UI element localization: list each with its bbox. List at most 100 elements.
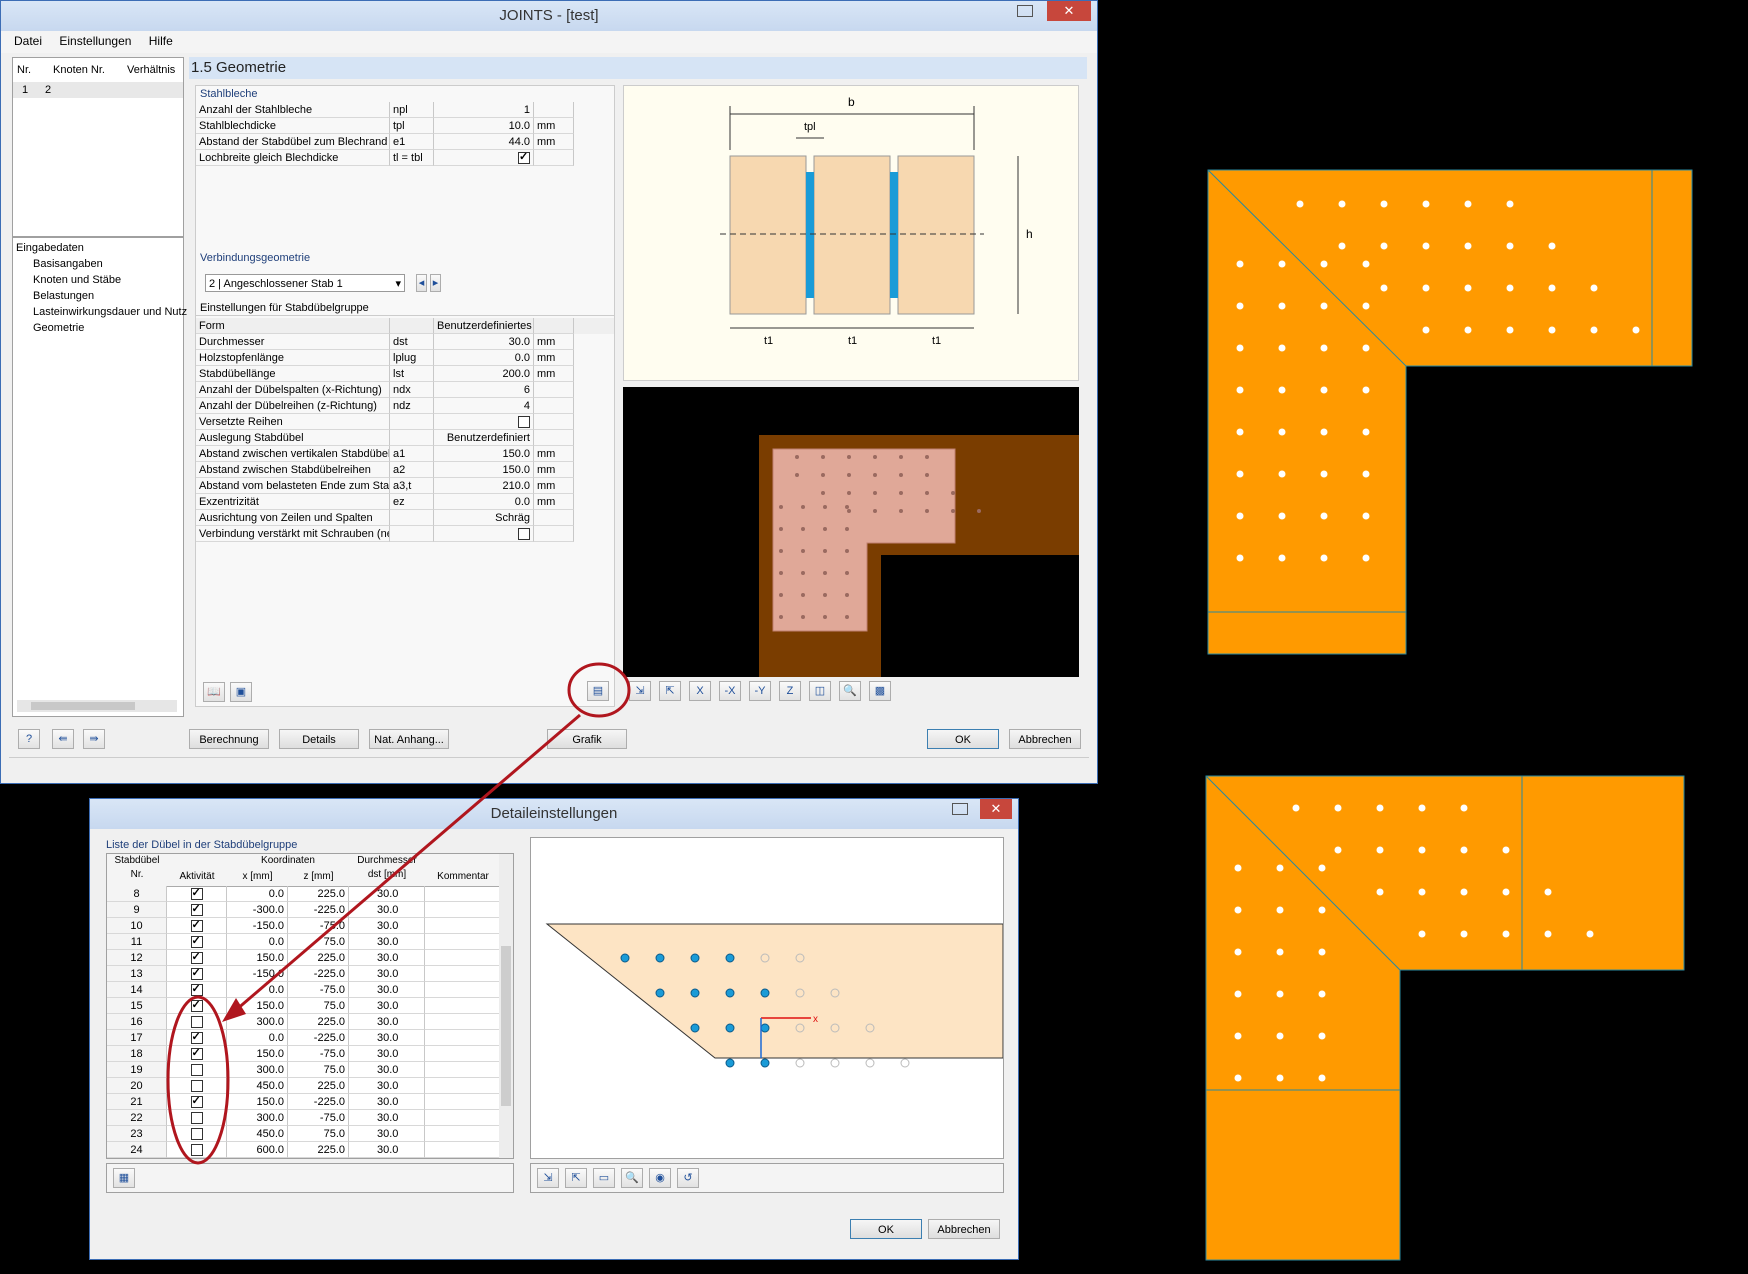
nat-anhang-button[interactable]: Nat. Anhang...	[369, 729, 449, 749]
table-row[interactable]: 20 450.0 225.0 30.0	[107, 1078, 501, 1094]
export-icon[interactable]: ⇛	[83, 729, 105, 749]
activity-checkbox[interactable]	[190, 1046, 203, 1061]
view-x-icon[interactable]: ⇲	[629, 681, 651, 701]
prev-arrow-icon[interactable]: ◂	[416, 274, 427, 292]
param-value[interactable]: 6	[434, 382, 534, 398]
param-row[interactable]: Stahlblechdicke tpl 10.0 mm	[196, 118, 614, 134]
table-row[interactable]: 12 150.0225.030.0	[107, 950, 501, 966]
table-settings-icon[interactable]: ▦	[113, 1168, 135, 1188]
param-value[interactable]: 210.0	[434, 478, 534, 494]
nav-item-lasteinwirkung[interactable]: Lasteinwirkungsdauer und Nutz	[16, 304, 187, 320]
param-checkbox[interactable]	[518, 150, 530, 165]
nav-item-belastungen[interactable]: Belastungen	[16, 288, 187, 304]
cell-activity[interactable]	[167, 886, 227, 902]
nav-scrollbar[interactable]	[17, 700, 177, 712]
grafik-button[interactable]: Grafik	[547, 729, 627, 749]
cell-activity[interactable]	[167, 934, 227, 950]
save-icon[interactable]: ▣	[230, 682, 252, 702]
view-y-icon[interactable]: ⇱	[659, 681, 681, 701]
param-row[interactable]: Lochbreite gleich Blechdicke tl = tbl	[196, 150, 614, 166]
param-checkbox[interactable]	[518, 528, 530, 541]
param-value[interactable]: 0.0	[434, 350, 534, 366]
cell-comment[interactable]	[425, 1046, 501, 1062]
param-row[interactable]: Form Benutzerdefiniertes	[196, 318, 614, 334]
cell-comment[interactable]	[425, 1062, 501, 1078]
reset-view-icon[interactable]: ↺	[677, 1168, 699, 1188]
close-button[interactable]: ✕	[1047, 1, 1091, 21]
view-3d-icon[interactable]: ◫	[809, 681, 831, 701]
param-row[interactable]: Anzahl der Dübelreihen (z-Richtung) ndz 4	[196, 398, 614, 414]
param-row[interactable]: Ausrichtung von Zeilen und Spalten Schräg	[196, 510, 614, 526]
cell-activity[interactable]	[167, 1030, 227, 1046]
table-row[interactable]: 17 0.0-225.030.0	[107, 1030, 501, 1046]
param-value[interactable]: 150.0	[434, 462, 534, 478]
table-row[interactable]: 18 150.0-75.030.0	[107, 1046, 501, 1062]
next-arrow-icon[interactable]: ▸	[430, 274, 441, 292]
table-row[interactable]: 11 0.075.030.0	[107, 934, 501, 950]
render-icon[interactable]: ▩	[869, 681, 891, 701]
cell-comment[interactable]	[425, 950, 501, 966]
graphic-settings-icon[interactable]: ▤	[587, 681, 609, 701]
stab-select[interactable]: 2 | Angeschlossener Stab 1 ▾	[205, 274, 405, 292]
activity-checkbox[interactable]	[190, 1128, 203, 1141]
cell-comment[interactable]	[425, 1078, 501, 1094]
cell-comment[interactable]	[425, 1094, 501, 1110]
param-row[interactable]: Versetzte Reihen	[196, 414, 614, 430]
cell-activity[interactable]	[167, 918, 227, 934]
activity-checkbox[interactable]	[190, 1080, 203, 1093]
nav-item-geometrie[interactable]: Geometrie	[16, 320, 187, 336]
cell-comment[interactable]	[425, 934, 501, 950]
cell-comment[interactable]	[425, 1142, 501, 1158]
cell-comment[interactable]	[425, 886, 501, 902]
cell-comment[interactable]	[425, 998, 501, 1014]
cell-comment[interactable]	[425, 966, 501, 982]
cell-activity[interactable]	[167, 1110, 227, 1126]
cell-activity[interactable]	[167, 1126, 227, 1142]
detail-abbrechen-button[interactable]: Abbrechen	[928, 1219, 1000, 1239]
param-row[interactable]: Abstand zwischen vertikalen Stabdübelrei…	[196, 446, 614, 462]
param-value[interactable]: Schräg	[434, 510, 534, 526]
cell-comment[interactable]	[425, 1030, 501, 1046]
import-icon[interactable]: ⇚	[52, 729, 74, 749]
table-row[interactable]: 10 -150.0-75.030.0	[107, 918, 501, 934]
case-row[interactable]: 1 2	[13, 82, 183, 98]
param-value[interactable]: 44.0	[434, 134, 534, 150]
dimension-icon[interactable]: ▭	[593, 1168, 615, 1188]
param-value[interactable]: 30.0	[434, 334, 534, 350]
param-value[interactable]: 10.0	[434, 118, 534, 134]
zoom-icon[interactable]: 🔍	[621, 1168, 643, 1188]
cell-activity[interactable]	[167, 1078, 227, 1094]
cell-comment[interactable]	[425, 1014, 501, 1030]
maximize-icon[interactable]	[952, 803, 968, 815]
view-y-icon[interactable]: ⇱	[565, 1168, 587, 1188]
close-button[interactable]: ✕	[980, 799, 1012, 819]
view-neg-x-icon[interactable]: -X	[719, 681, 741, 701]
view-neg-y-icon[interactable]: -Y	[749, 681, 771, 701]
cell-comment[interactable]	[425, 1110, 501, 1126]
activity-checkbox[interactable]	[190, 918, 203, 933]
param-value[interactable]: 0.0	[434, 494, 534, 510]
cell-activity[interactable]	[167, 982, 227, 998]
cell-comment[interactable]	[425, 1126, 501, 1142]
table-row[interactable]: 23 450.0 75.0 30.0	[107, 1126, 501, 1142]
activity-checkbox[interactable]	[190, 1030, 203, 1045]
menu-datei[interactable]: Datei	[7, 31, 49, 51]
details-button[interactable]: Details	[279, 729, 359, 749]
param-value[interactable]: 1	[434, 102, 534, 118]
nav-root[interactable]: Eingabedaten	[16, 240, 187, 256]
table-row[interactable]: 13 -150.0-225.030.0	[107, 966, 501, 982]
table-row[interactable]: 22 300.0 -75.0 30.0	[107, 1110, 501, 1126]
detail-ok-button[interactable]: OK	[850, 1219, 922, 1239]
menu-einstellungen[interactable]: Einstellungen	[52, 31, 138, 51]
cell-activity[interactable]	[167, 966, 227, 982]
cell-activity[interactable]	[167, 1062, 227, 1078]
view-x-axis-icon[interactable]: X	[689, 681, 711, 701]
activity-checkbox[interactable]	[190, 966, 203, 981]
param-value[interactable]	[434, 526, 534, 542]
activity-checkbox[interactable]	[190, 1112, 203, 1125]
activity-checkbox[interactable]	[190, 1064, 203, 1077]
param-row[interactable]: Anzahl der Stahlbleche npl 1	[196, 102, 614, 118]
cell-activity[interactable]	[167, 1014, 227, 1030]
param-row[interactable]: Holzstopfenlänge lplug 0.0 mm	[196, 350, 614, 366]
joint-graphic[interactable]	[623, 387, 1079, 677]
